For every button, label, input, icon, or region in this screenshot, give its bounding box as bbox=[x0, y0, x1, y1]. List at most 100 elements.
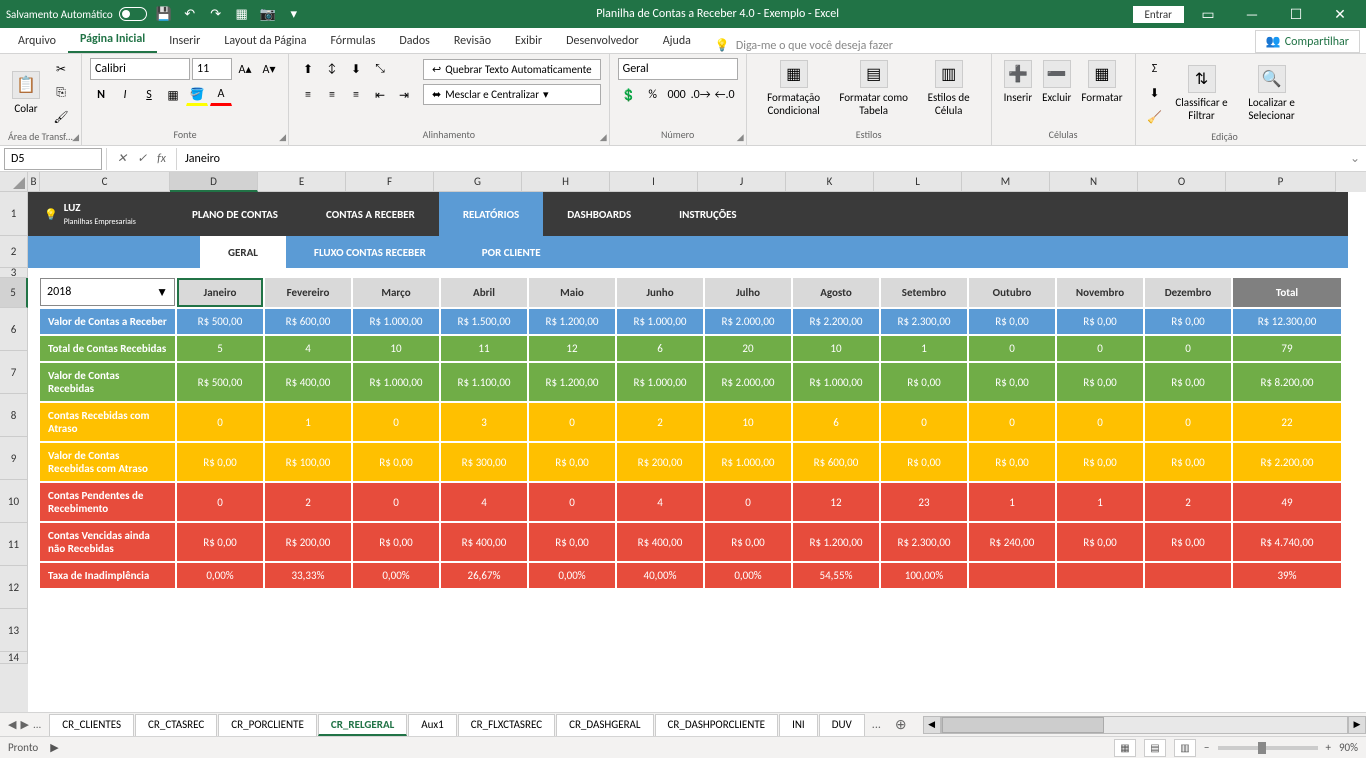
data-cell[interactable]: R$ 0,00 bbox=[177, 523, 263, 561]
data-cell[interactable]: 79 bbox=[1233, 336, 1341, 361]
data-cell[interactable]: 10 bbox=[705, 403, 791, 441]
subnav-item[interactable]: FLUXO CONTAS RECEBER bbox=[286, 236, 454, 268]
toggle-icon[interactable] bbox=[119, 7, 147, 21]
data-cell[interactable]: 23 bbox=[881, 483, 967, 521]
row-header-2[interactable]: 2 bbox=[0, 236, 28, 268]
name-box[interactable] bbox=[4, 148, 102, 170]
increase-decimal-icon[interactable]: .0→ bbox=[690, 84, 712, 106]
subnav-item[interactable]: POR CLIENTE bbox=[454, 236, 569, 268]
sheet-tab[interactable]: DUV bbox=[819, 714, 865, 736]
row-header-13[interactable]: 13 bbox=[0, 609, 28, 652]
row-header-8[interactable]: 8 bbox=[0, 394, 28, 437]
autosave-toggle[interactable]: Salvamento Automático bbox=[6, 7, 147, 21]
save-icon[interactable]: 💾 bbox=[155, 5, 173, 23]
increase-font-icon[interactable]: A▴ bbox=[234, 58, 256, 80]
data-cell[interactable]: R$ 1.000,00 bbox=[793, 363, 879, 401]
cut-icon[interactable]: ✂ bbox=[50, 58, 72, 80]
font-name-select[interactable] bbox=[90, 58, 190, 80]
tab-review[interactable]: Revisão bbox=[442, 29, 503, 53]
data-cell[interactable]: R$ 0,00 bbox=[177, 443, 263, 481]
data-cell[interactable]: R$ 600,00 bbox=[265, 309, 351, 334]
data-cell[interactable]: R$ 0,00 bbox=[1057, 443, 1143, 481]
data-cell[interactable]: R$ 0,00 bbox=[881, 363, 967, 401]
data-cell[interactable]: R$ 0,00 bbox=[529, 443, 615, 481]
qat-icon-1[interactable]: ▦ bbox=[233, 5, 251, 23]
tab-formulas[interactable]: Fórmulas bbox=[318, 29, 387, 53]
sheet-tab[interactable]: CR_DASHGERAL bbox=[556, 714, 653, 736]
currency-icon[interactable]: 💲 bbox=[618, 84, 640, 106]
data-cell[interactable]: 49 bbox=[1233, 483, 1341, 521]
col-header-K[interactable]: K bbox=[786, 172, 874, 192]
data-cell[interactable]: 0 bbox=[705, 483, 791, 521]
sheet-next-icon[interactable]: ▶ bbox=[20, 718, 28, 731]
data-cell[interactable]: 0,00% bbox=[705, 563, 791, 588]
row-header-1[interactable]: 1 bbox=[0, 192, 28, 236]
login-button[interactable]: Entrar bbox=[1133, 6, 1184, 23]
subnav-item[interactable]: GERAL bbox=[200, 236, 286, 268]
data-cell[interactable]: R$ 0,00 bbox=[1145, 309, 1231, 334]
conditional-format-button[interactable]: ▦Formatação Condicional bbox=[755, 58, 833, 119]
data-cell[interactable]: R$ 2.300,00 bbox=[881, 523, 967, 561]
data-cell[interactable]: 12 bbox=[793, 483, 879, 521]
alignment-launcher-icon[interactable]: ◢ bbox=[600, 132, 607, 143]
data-cell[interactable]: 0 bbox=[353, 483, 439, 521]
decrease-font-icon[interactable]: A▾ bbox=[258, 58, 280, 80]
row-header-14[interactable]: 14 bbox=[0, 652, 28, 664]
nav-item[interactable]: RELATÓRIOS bbox=[439, 192, 543, 236]
data-cell[interactable]: 0 bbox=[529, 483, 615, 521]
tab-insert[interactable]: Inserir bbox=[157, 29, 212, 53]
sheet-tab[interactable]: CR_PORCLIENTE bbox=[218, 714, 317, 736]
col-header-F[interactable]: F bbox=[346, 172, 434, 192]
fill-color-icon[interactable]: 🪣 bbox=[186, 84, 208, 106]
data-cell[interactable]: 0,00% bbox=[353, 563, 439, 588]
italic-button[interactable]: I bbox=[114, 84, 136, 106]
data-cell[interactable]: R$ 500,00 bbox=[177, 363, 263, 401]
data-cell[interactable]: 0 bbox=[969, 403, 1055, 441]
data-cell[interactable]: 5 bbox=[177, 336, 263, 361]
row-header-12[interactable]: 12 bbox=[0, 566, 28, 609]
decrease-indent-icon[interactable]: ⇤ bbox=[369, 84, 391, 106]
data-cell[interactable]: 0 bbox=[177, 483, 263, 521]
col-header-B[interactable]: B bbox=[28, 172, 40, 192]
data-cell[interactable]: 0 bbox=[1057, 336, 1143, 361]
data-cell[interactable]: R$ 1.000,00 bbox=[617, 363, 703, 401]
row-header-10[interactable]: 10 bbox=[0, 480, 28, 523]
autosum-icon[interactable]: Σ bbox=[1144, 58, 1166, 80]
sheet-overflow-icon[interactable]: ... bbox=[866, 718, 887, 732]
data-cell[interactable] bbox=[1145, 563, 1231, 588]
sort-filter-button[interactable]: ⇅Classificar e Filtrar bbox=[1168, 63, 1236, 124]
orientation-icon[interactable]: ⤡ bbox=[369, 58, 391, 80]
col-header-N[interactable]: N bbox=[1050, 172, 1138, 192]
tab-developer[interactable]: Desenvolvedor bbox=[554, 29, 651, 53]
data-cell[interactable]: 22 bbox=[1233, 403, 1341, 441]
data-cell[interactable]: 4 bbox=[265, 336, 351, 361]
font-launcher-icon[interactable]: ◢ bbox=[279, 132, 286, 143]
data-cell[interactable]: 26,67% bbox=[441, 563, 527, 588]
data-cell[interactable]: R$ 400,00 bbox=[617, 523, 703, 561]
insert-cells-button[interactable]: ➕Inserir bbox=[1000, 58, 1037, 106]
data-cell[interactable]: 6 bbox=[617, 336, 703, 361]
col-header-D[interactable]: D bbox=[170, 172, 258, 192]
data-cell[interactable]: R$ 300,00 bbox=[441, 443, 527, 481]
col-header-E[interactable]: E bbox=[258, 172, 346, 192]
data-cell[interactable]: 40,00% bbox=[617, 563, 703, 588]
sheet-tab[interactable]: CR_DASHPORCLIENTE bbox=[655, 714, 779, 736]
data-cell[interactable]: R$ 100,00 bbox=[265, 443, 351, 481]
data-cell[interactable]: 1 bbox=[969, 483, 1055, 521]
select-all-button[interactable] bbox=[0, 172, 28, 192]
data-cell[interactable]: 33,33% bbox=[265, 563, 351, 588]
align-left-icon[interactable]: ≡ bbox=[297, 84, 319, 106]
data-cell[interactable]: 4 bbox=[441, 483, 527, 521]
tab-home[interactable]: Página Inicial bbox=[68, 27, 157, 53]
cancel-formula-icon[interactable]: ✕ bbox=[113, 151, 131, 166]
data-cell[interactable]: 2 bbox=[617, 403, 703, 441]
data-cell[interactable]: 0 bbox=[177, 403, 263, 441]
ribbon-options-icon[interactable]: ▭ bbox=[1188, 2, 1228, 26]
align-center-icon[interactable]: ≡ bbox=[321, 84, 343, 106]
data-cell[interactable]: 0,00% bbox=[529, 563, 615, 588]
sheet-tab[interactable]: CR_FLXCTASREC bbox=[458, 714, 555, 736]
data-cell[interactable]: 0 bbox=[881, 403, 967, 441]
col-header-I[interactable]: I bbox=[610, 172, 698, 192]
zoom-level[interactable]: 90% bbox=[1339, 741, 1358, 754]
clear-icon[interactable]: 🧹 bbox=[1144, 106, 1166, 128]
